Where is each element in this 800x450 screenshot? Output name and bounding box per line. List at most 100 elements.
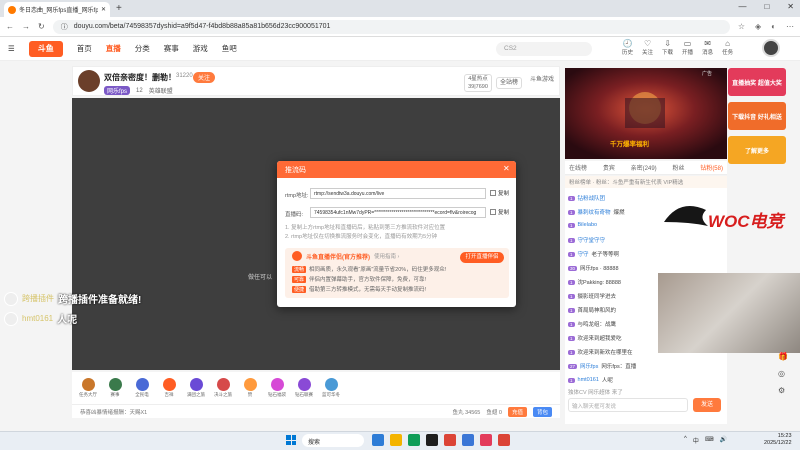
close-tab-icon[interactable]: ✕ [101,6,106,13]
nav-events[interactable]: 赛事 [164,43,179,54]
gift-item[interactable]: 赞 [240,378,260,398]
gift-item[interactable]: 满团之旅 [186,378,206,398]
gift-item[interactable]: 吉祥 [159,378,179,398]
chat-tab[interactable]: 在线榜 [569,163,587,172]
taskbar-apps [372,434,510,446]
chat-username[interactable]: 暴刺纹有奇物 [578,208,611,216]
taskbar-app-icon[interactable] [462,434,474,446]
target-float-icon[interactable]: ◎ [778,369,788,378]
copy-rtmp-button[interactable]: 复制 [490,189,509,197]
browser-tab[interactable]: 冬日恋曲_网乐fps直播_网乐fps... ✕ [4,2,110,17]
open-companion-button[interactable]: 打开直播伴侣 [460,252,504,263]
close-window-button[interactable]: ✕ [787,2,794,11]
streamer-tag[interactable]: 网乐fps [104,86,131,95]
taskbar-search[interactable]: 搜索 [302,434,364,447]
back-icon[interactable]: ← [6,22,14,31]
volume-icon[interactable]: 🔊 [720,436,727,445]
browser-menu-icon[interactable]: ⋯ [786,22,794,31]
tasks-button[interactable]: ⌂ 任务 [722,39,733,56]
hot-rank-box[interactable]: 4星热点 39|7690 [464,74,492,92]
douyu-favicon-icon [8,5,16,14]
chat-username[interactable]: 钻粉战队团 [578,194,606,202]
search-input[interactable]: CS2 [496,42,592,56]
backpack-button[interactable]: 背包 [532,406,552,417]
nav-fishbar[interactable]: 鱼吧 [222,43,237,54]
gift-item[interactable]: 蓝可华冬 [321,378,341,398]
address-bar-row: ← → ↻ ⓘ douyu.com/beta/74598357dyshid=a9… [0,17,800,37]
danmaku-avatar [4,311,18,326]
chat-username[interactable]: hmt0161 [578,377,599,383]
bookmark-star-icon[interactable]: ☆ [738,22,745,31]
site-rank-button[interactable]: 全站榜 [496,77,522,89]
chat-tab[interactable]: 钻粉(58) [700,163,723,172]
history-button[interactable]: 🕘 历史 [622,39,633,56]
chat-username[interactable]: 网乐fps [580,362,598,370]
send-button[interactable]: 发送 [693,398,721,412]
chat-username[interactable]: 守守堂守守 [578,236,606,244]
taskbar-app-icon[interactable] [390,434,402,446]
windows-start-icon[interactable] [286,435,296,445]
download-button[interactable]: ⇩ 下载 [662,39,673,56]
category-link[interactable]: 英雄联盟 [149,86,173,95]
dialog-close-icon[interactable]: ✕ [503,164,510,173]
taskbar-app-icon[interactable] [498,434,510,446]
follow-list-button[interactable]: ♡ 关注 [642,39,653,56]
chat-username[interactable]: 守守 [578,250,589,258]
taskbar-app-icon[interactable] [426,434,438,446]
nav-home[interactable]: 首页 [77,43,92,54]
forward-icon[interactable]: → [22,22,30,31]
gift-item[interactable]: 决斗之旅 [213,378,233,398]
stream-key-field[interactable]: 74598354ufc1nMw7dyPR=*******************… [310,207,486,218]
douyu-games-link[interactable]: 斗鱼游戏 [528,74,556,92]
address-field[interactable]: ⓘ douyu.com/beta/74598357dyshid=a9f5d47-… [52,19,730,34]
side-ad[interactable]: 下载抖音 好礼相送 [728,102,786,130]
douyu-logo[interactable]: 斗鱼 [28,40,63,57]
new-tab-button[interactable]: + [116,3,122,14]
rtmp-field[interactable]: rtmp://sendtw3a.douyu.com/live [310,188,486,199]
nav-games[interactable]: 游戏 [193,43,208,54]
broadcast-icon: ▭ [683,39,692,48]
gift-item[interactable]: 钻石联赛 [294,378,314,398]
minimize-button[interactable]: — [738,2,746,11]
side-ad[interactable]: 了解更多 [728,136,786,164]
go-live-button[interactable]: ▭ 开播 [682,39,693,56]
user-avatar[interactable] [762,39,780,57]
nav-category[interactable]: 分类 [135,43,150,54]
extensions-icon[interactable]: ◈ [755,22,761,31]
copy-key-button[interactable]: 复制 [490,208,509,216]
taskbar-clock[interactable]: 15:23 2025/12/22 [764,433,792,447]
gift-item[interactable]: 钻石福袋 [267,378,287,398]
recharge-button[interactable]: 充值 [507,406,527,417]
hamburger-menu-icon[interactable]: ☰ [8,44,15,53]
taskbar-app-icon[interactable] [444,434,456,446]
taskbar-app-icon[interactable] [372,434,384,446]
nav-live[interactable]: 直播 [106,43,121,54]
tray-expand-icon[interactable]: ^ [684,436,687,445]
settings-float-icon[interactable]: ⚙ [778,386,788,395]
site-info-icon[interactable]: ⓘ [61,22,68,32]
keyboard-icon[interactable]: ⌨ [705,436,714,445]
ime-indicator[interactable]: 中 [693,436,699,445]
chat-username[interactable]: Bilelabo [578,222,598,228]
gift-bar: 任务大厅 赛事 全民电 吉祥 满团之旅 决斗之旅赞钻石福袋 钻石联赛 蓝可华冬 [72,372,560,404]
usage-guide-link[interactable]: 使用指南 › [374,252,399,260]
side-ad-column: 直播抽奖 超值大奖 下载抖音 好礼相送 了解更多 [728,68,788,208]
taskbar-app-icon[interactable] [480,434,492,446]
side-ad[interactable]: 直播抽奖 超值大奖 [728,68,786,96]
gift-item[interactable]: 全民电 [132,378,152,398]
messages-button[interactable]: ✉ 消息 [702,39,713,56]
profile-icon[interactable]: ◐ [771,22,776,31]
taskbar-app-icon[interactable] [408,434,420,446]
chat-tab[interactable]: 粉丝 [672,163,684,172]
chat-tab[interactable]: 亲密(249) [631,163,657,172]
gift-item[interactable]: 任务大厅 [78,378,98,398]
chat-text: 欢迎来到超我爱吃 [577,336,622,342]
chat-input[interactable]: 输入聊天框可发说 [568,398,688,412]
reload-icon[interactable]: ↻ [38,22,45,31]
maximize-button[interactable]: □ [764,2,769,11]
follow-button[interactable]: 关注 [193,72,216,83]
gift-item[interactable]: 赛事 [105,378,125,398]
streamer-avatar[interactable] [78,70,100,92]
gift-float-icon[interactable]: 🎁 [778,352,788,361]
chat-tab[interactable]: 贵宾 [603,163,615,172]
